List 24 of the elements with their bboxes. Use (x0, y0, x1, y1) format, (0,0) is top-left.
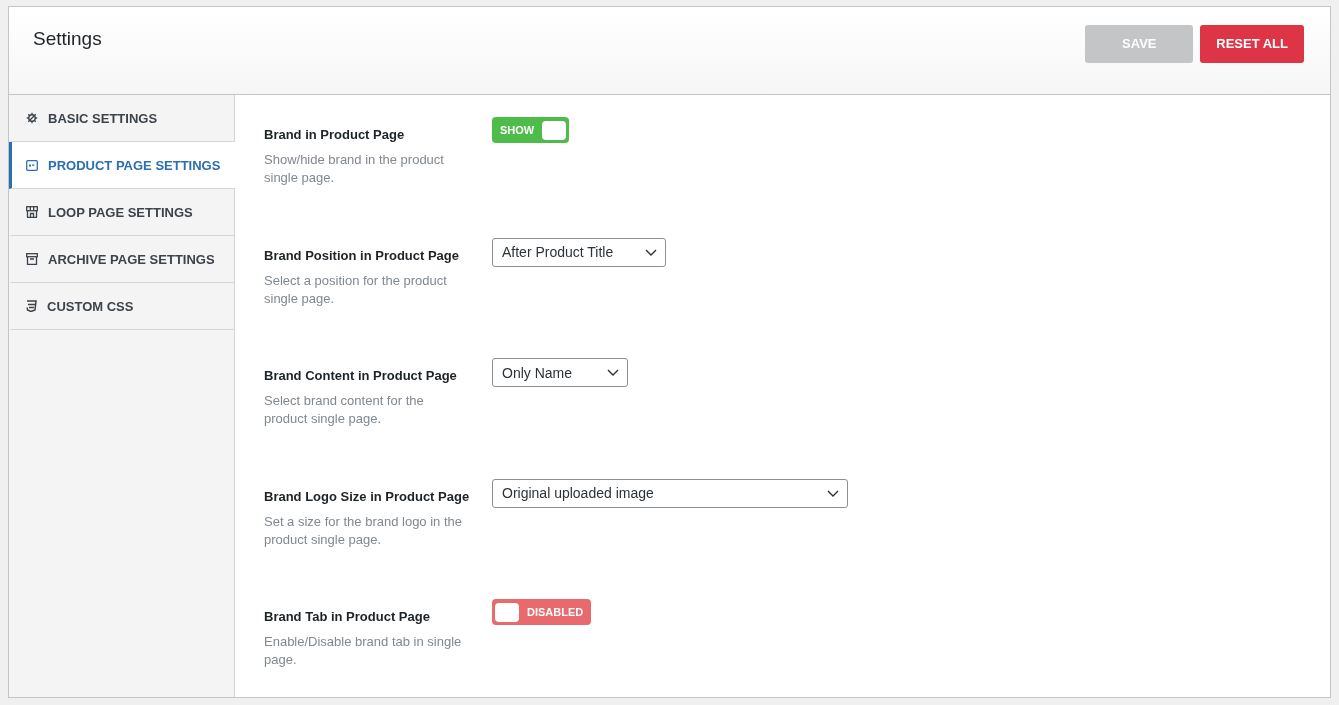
setting-description: Show/hide brand in the product single page. (264, 151, 445, 187)
gear-icon (26, 112, 38, 124)
css-icon (26, 300, 37, 312)
setting-label: Brand Logo Size in Product Page (264, 488, 471, 504)
setting-label: Brand Position in Product Page (264, 247, 461, 263)
window-icon (26, 159, 38, 171)
sidebar-tab[interactable]: PRODUCT PAGE SETTINGS (9, 142, 235, 189)
setting-label: Brand in Product Page (264, 127, 406, 142)
setting-description: Select a position for the product single page. (264, 271, 448, 308)
reset-button[interactable]: RESET ALL (1200, 24, 1304, 63)
setting-description: Select brand content for the product single page. (264, 392, 425, 428)
setting-label: Brand Tab in Product Page (264, 609, 431, 624)
select-dropdown[interactable]: Original uploaded image (492, 478, 848, 508)
chevron-down-icon (607, 369, 619, 376)
setting-label: Brand Content in Product Page (264, 368, 458, 383)
page-title: Settings (33, 27, 102, 50)
setting-description: Set a size for the brand logo in the product single page. (264, 512, 463, 549)
chevron-down-icon (645, 248, 657, 256)
select-dropdown[interactable]: After Product Title (492, 237, 666, 267)
store-icon (26, 206, 38, 218)
archive-icon (26, 253, 38, 265)
select-dropdown[interactable]: Only Name (492, 358, 628, 387)
setting-description: Enable/Disable brand tab in single page. (264, 633, 463, 669)
chevron-down-icon (827, 489, 839, 497)
